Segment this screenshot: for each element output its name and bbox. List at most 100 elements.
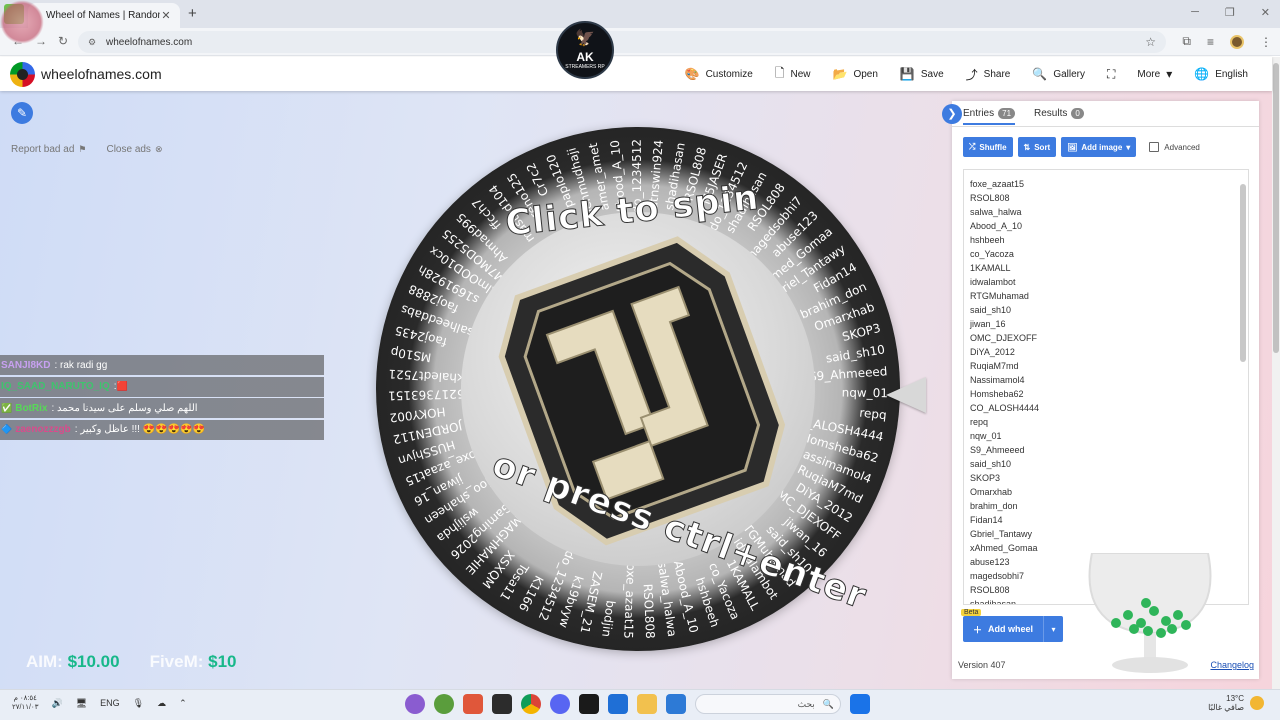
tab-results-label: Results — [1034, 108, 1068, 119]
weather-widget[interactable]: 13°C صافي غالبًا — [1208, 694, 1264, 712]
new-button[interactable]: 🗋 New — [775, 64, 811, 85]
kebab-menu-icon[interactable]: ⋮ — [1260, 35, 1272, 49]
tab-results[interactable]: Results 0 — [1034, 108, 1084, 119]
advanced-toggle[interactable]: Advanced — [1149, 142, 1200, 152]
onedrive-icon[interactable]: ☁ — [157, 698, 166, 709]
plus-icon: ＋ — [973, 624, 983, 635]
globe-icon: 🌐 — [1194, 67, 1210, 81]
changelog-link[interactable]: Changelog — [1210, 660, 1254, 670]
image-icon: 🖼 — [1067, 142, 1078, 152]
volume-icon[interactable]: 🔊 — [51, 698, 62, 709]
add-wheel-control: ＋ Add wheel ▾ — [963, 616, 1064, 642]
tray-chevron-icon[interactable]: ⌃ — [179, 698, 187, 709]
entry-line: RuqiaM7md — [970, 361, 1019, 371]
save-button[interactable]: 💾 Save — [900, 67, 944, 81]
chevron-down-icon: ▾ — [1166, 67, 1173, 81]
chat-message: 🔷 zaenozzzgb: عاظل وكبير !!! 😍😍😍😍😍 — [0, 419, 324, 440]
add-wheel-button[interactable]: ＋ Add wheel — [963, 616, 1044, 642]
edit-pencil-button[interactable]: ✎ — [11, 102, 33, 124]
add-image-button[interactable]: 🖼 Add image ▾ — [1061, 137, 1137, 157]
bookmark-star-icon[interactable]: ☆ — [1145, 35, 1156, 49]
entries-scrollbar[interactable] — [1240, 174, 1246, 600]
clock[interactable]: ٠٨:٥٤ م ٢٧/١١/٠٣ — [12, 694, 38, 712]
entry-line: abuse123 — [970, 557, 1010, 567]
weather-desc: صافي غالبًا — [1208, 703, 1244, 712]
flag-icon: ⚑ — [78, 144, 87, 154]
wheel-logo-icon[interactable] — [10, 62, 35, 87]
microphone-icon[interactable]: 🎙 — [133, 698, 144, 709]
advanced-checkbox[interactable] — [1149, 142, 1160, 152]
more-label: More — [1137, 68, 1161, 80]
reload-icon[interactable]: ↻ — [58, 34, 68, 48]
app-obs-icon[interactable] — [405, 694, 425, 714]
url-text: wheelofnames.com — [106, 36, 193, 48]
network-icon[interactable]: 🖥 — [76, 698, 87, 709]
app-chrome-icon[interactable] — [521, 694, 541, 714]
app-brave-icon[interactable] — [463, 694, 483, 714]
clock-date: ٢٧/١١/٠٣ — [12, 704, 39, 711]
chat-overlay: SANJI8KD: rak radi gg IQ_SAAD_NARUTO_IQ:… — [0, 355, 324, 441]
entry-line: idwalambot — [970, 277, 1016, 287]
entry-line: xAhmed_Gomaa — [970, 543, 1038, 553]
add-wheel-dropdown[interactable]: ▾ — [1043, 616, 1064, 642]
search-placeholder: بحث — [797, 698, 815, 709]
app-store-icon[interactable] — [608, 694, 628, 714]
chat-message: SANJI8KD: rak radi gg — [0, 355, 324, 375]
entry-line: RSOL808 — [970, 193, 1010, 203]
entries-scrollbar-thumb[interactable] — [1240, 184, 1246, 362]
streamer-logo: 🦅 AK STREAMERS RP — [556, 21, 614, 79]
chat-username: zaenozzzgb — [15, 424, 71, 435]
weather-temp: 13°C — [1226, 694, 1244, 703]
page-scrollbar[interactable] — [1272, 57, 1280, 689]
extensions-icon[interactable]: ⧉ — [1182, 34, 1191, 49]
entries-toolbar: ⤮ Shuffle ⇅ Sort 🖼 Add image ▾ Advanced — [963, 137, 1200, 157]
window-close-icon[interactable]: ✕ — [1261, 6, 1270, 19]
entry-line: Homsheba62 — [970, 389, 1024, 399]
customize-button[interactable]: 🎨 Customize — [685, 67, 753, 81]
close-ads-label: Close ads — [106, 144, 151, 155]
window-controls: ─ ❐ ✕ — [1191, 6, 1270, 19]
app-discord-icon[interactable] — [550, 694, 570, 714]
browser-tab[interactable]: Wheel of Names | Random nam ✕ — [28, 3, 180, 28]
entry-line: repq — [970, 417, 989, 427]
advanced-label: Advanced — [1164, 142, 1200, 152]
brand-title[interactable]: wheelofnames.com — [41, 66, 162, 82]
fullscreen-button[interactable]: ⛶ — [1107, 67, 1115, 82]
windows-start-icon[interactable] — [850, 694, 870, 714]
collapse-panel-button[interactable]: ❯ — [942, 104, 962, 124]
language-indicator[interactable]: ENG — [100, 698, 120, 708]
glass-bowl-icon — [1088, 553, 1212, 673]
open-button[interactable]: 📂 Open — [832, 67, 877, 81]
shuffle-button[interactable]: ⤮ Shuffle — [963, 137, 1013, 157]
profile-avatar[interactable] — [1230, 34, 1244, 49]
language-button[interactable]: 🌐 English — [1194, 67, 1248, 81]
entry-line: Abood_A_10 — [970, 221, 1023, 231]
app-green-icon[interactable] — [434, 694, 454, 714]
panel-tabs: ❯ Entries 71 Results 0 — [942, 101, 1259, 127]
add-wheel-label: Add wheel — [988, 624, 1034, 634]
close-tab-icon[interactable]: ✕ — [160, 9, 172, 22]
app-settings-icon[interactable] — [666, 694, 686, 714]
share-button[interactable]: ⤴ Share — [966, 66, 1011, 83]
tab-entries[interactable]: Entries 71 — [963, 108, 1016, 125]
url-field[interactable]: ⚙ wheelofnames.com ☆ — [78, 31, 1166, 53]
taskbar-search[interactable]: بحث 🔍 — [695, 694, 841, 714]
new-tab-icon[interactable]: + — [188, 5, 197, 22]
sort-button[interactable]: ⇅ Sort — [1017, 137, 1057, 157]
close-ads-link[interactable]: Close ads ⊗ — [106, 144, 162, 155]
folder-icon: 📂 — [832, 67, 848, 81]
minimize-icon[interactable]: ─ — [1191, 6, 1199, 19]
more-button[interactable]: More ▾ — [1137, 67, 1172, 81]
app-game-icon[interactable] — [492, 694, 512, 714]
gallery-button[interactable]: 🔍 Gallery — [1032, 67, 1085, 81]
app-terminal-icon[interactable] — [579, 694, 599, 714]
restore-icon[interactable]: ❐ — [1225, 6, 1235, 19]
app-explorer-icon[interactable] — [637, 694, 657, 714]
entries-textarea[interactable]: foxe_azaat15 RSOL808 salwa_halwa Abood_A_10… — [963, 169, 1249, 605]
stream-stats: AIM: $10.00 FiveM: $10 — [26, 652, 237, 672]
system-tray: ٠٨:٥٤ م ٢٧/١١/٠٣ 🔊 🖥 ENG 🎙 ☁ ⌃ — [12, 694, 187, 712]
report-ad-link[interactable]: Report bad ad ⚑ — [11, 144, 86, 155]
page-scrollbar-thumb[interactable] — [1273, 63, 1279, 353]
media-icon[interactable]: ≡ — [1207, 35, 1214, 49]
site-info-icon[interactable]: ⚙ — [88, 37, 100, 48]
